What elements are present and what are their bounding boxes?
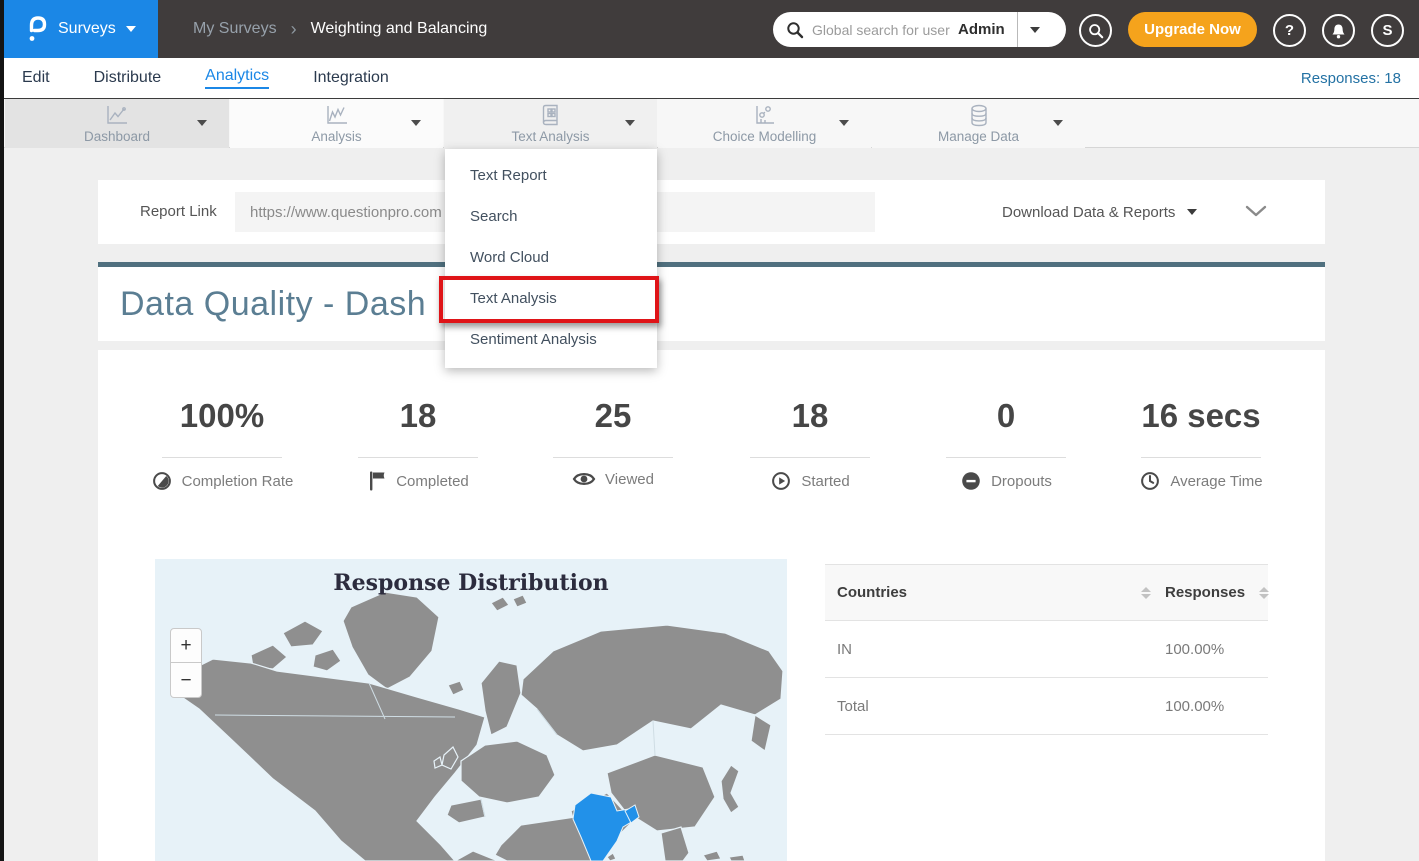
breadcrumb-survey-title: Weighting and Balancing: [311, 20, 488, 38]
tab-choice-modelling[interactable]: Choice Modelling: [658, 99, 871, 148]
response-percent: 100.00%: [1165, 641, 1224, 658]
map-zoom-control: + −: [170, 628, 202, 698]
total-label: Total: [837, 698, 869, 715]
question-mark-icon: ?: [1285, 22, 1294, 39]
product-name: Surveys: [58, 20, 116, 38]
avatar[interactable]: S: [1371, 14, 1404, 47]
top-bar: Surveys My Surveys › Weighting and Balan…: [0, 0, 1419, 58]
document-grid-icon: [538, 103, 564, 132]
flag-icon: [367, 470, 387, 492]
responses-count: Responses: 18: [1301, 58, 1401, 98]
surveys-product-menu[interactable]: Surveys: [4, 0, 158, 58]
menu-item-text-analysis[interactable]: Text Analysis: [445, 278, 657, 319]
chevron-down-icon[interactable]: [411, 120, 421, 126]
menu-item-sentiment-analysis[interactable]: Sentiment Analysis: [445, 319, 657, 360]
tab-distribute[interactable]: Distribute: [94, 69, 162, 87]
sort-icon[interactable]: [1141, 587, 1151, 599]
stat-average-time: 16 secs Average Time: [1091, 397, 1311, 492]
tab-manage-data[interactable]: Manage Data: [872, 99, 1085, 148]
stat-dropouts: 0 Dropouts: [896, 397, 1116, 492]
sort-icon[interactable]: [1259, 587, 1269, 599]
page-title: Data Quality - Dash: [120, 285, 426, 324]
text-analysis-menu: Text Report Search Word Cloud Text Analy…: [445, 149, 657, 368]
tab-analytics[interactable]: Analytics: [205, 67, 269, 89]
zoom-out-button[interactable]: −: [170, 663, 202, 698]
dashboard-heading-card: Data Quality - Dash: [98, 262, 1325, 341]
global-search: Admin: [773, 12, 1066, 47]
menu-item-word-cloud[interactable]: Word Cloud: [445, 237, 657, 278]
notifications-button[interactable]: [1322, 14, 1355, 47]
tab-edit[interactable]: Edit: [22, 69, 50, 87]
search-scope-dropdown[interactable]: [1030, 27, 1040, 33]
minus-circle-icon: [960, 470, 982, 492]
upgrade-now-button[interactable]: Upgrade Now: [1128, 12, 1257, 47]
report-link-bar: Report Link https://www.questionpro.com …: [98, 180, 1325, 244]
divider: [1017, 12, 1018, 47]
chevron-down-icon[interactable]: [839, 120, 849, 126]
chevron-down-icon[interactable]: [625, 120, 635, 126]
tab-text-analysis[interactable]: Text Analysis: [444, 99, 657, 148]
breadcrumb: My Surveys › Weighting and Balancing: [193, 0, 487, 58]
contrast-icon: [151, 470, 173, 492]
eye-icon: [572, 470, 596, 488]
world-map[interactable]: [155, 559, 787, 861]
questionpro-logo-icon: [26, 13, 48, 45]
response-distribution-map: Response Distribution + −: [155, 559, 787, 861]
breadcrumb-separator-icon: ›: [291, 19, 297, 40]
table-row: IN 100.00%: [825, 621, 1268, 678]
total-percent: 100.00%: [1165, 698, 1224, 715]
column-header-responses[interactable]: Responses: [1165, 584, 1245, 601]
chevron-down-icon: [1187, 209, 1197, 215]
zoom-in-button[interactable]: +: [170, 628, 202, 663]
analytics-tab-strip: Dashboard Analysis Text Analysis Choice …: [4, 98, 1419, 148]
column-header-countries[interactable]: Countries: [837, 584, 907, 601]
help-button[interactable]: ?: [1273, 14, 1306, 47]
trend-chart-icon: [324, 103, 350, 132]
chevron-down-icon: [126, 26, 136, 32]
menu-item-search[interactable]: Search: [445, 196, 657, 237]
window-edge-strip: [0, 0, 4, 861]
map-title: Response Distribution: [155, 570, 787, 596]
country-code: IN: [837, 641, 852, 658]
tab-dashboard[interactable]: Dashboard: [5, 99, 229, 148]
tab-integration[interactable]: Integration: [313, 69, 389, 87]
search-scope-value: Admin: [958, 21, 1005, 38]
chevron-down-icon[interactable]: [1053, 120, 1063, 126]
play-circle-icon: [770, 470, 792, 492]
search-button[interactable]: [1079, 14, 1112, 47]
collapse-chevron-icon[interactable]: [1245, 204, 1267, 222]
stat-completed: 18 Completed: [308, 397, 528, 492]
stat-viewed: 25 Viewed: [503, 397, 723, 488]
download-data-reports-dropdown[interactable]: Download Data & Reports: [1002, 180, 1197, 244]
global-search-input[interactable]: [812, 22, 954, 38]
scatter-chart-icon: [752, 103, 778, 132]
table-header-row: Countries Responses: [825, 564, 1268, 621]
survey-section-nav: Edit Distribute Analytics Integration Re…: [4, 58, 1419, 98]
breadcrumb-my-surveys[interactable]: My Surveys: [193, 20, 277, 38]
line-chart-icon: [104, 103, 130, 132]
tab-analysis[interactable]: Analysis: [230, 99, 443, 148]
stat-completion-rate: 100% Completion Rate: [112, 397, 332, 492]
stat-started: 18 Started: [700, 397, 920, 492]
bell-icon: [1331, 23, 1346, 39]
dashboard-panel: 100% Completion Rate 18 Completed 25 Vie…: [98, 350, 1325, 861]
menu-item-text-report[interactable]: Text Report: [445, 155, 657, 196]
avatar-initial: S: [1382, 22, 1392, 39]
countries-table: Countries Responses IN 100.00% Total 100…: [825, 564, 1268, 735]
clock-icon: [1139, 470, 1161, 492]
search-icon: [1088, 23, 1104, 39]
chevron-down-icon[interactable]: [197, 120, 207, 126]
search-icon: [786, 21, 804, 39]
report-link-label: Report Link: [140, 203, 217, 220]
table-row-total: Total 100.00%: [825, 678, 1268, 735]
